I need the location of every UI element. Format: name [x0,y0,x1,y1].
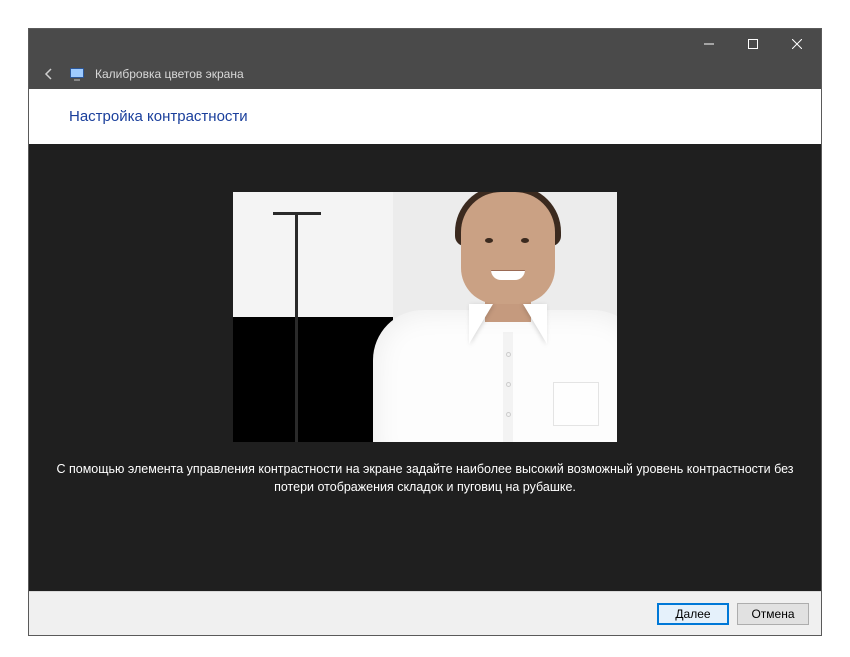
instruction-text: С помощью элемента управления контрастно… [45,460,805,496]
maximize-button[interactable] [731,30,775,58]
heading-band: Настройка контрастности [29,89,821,144]
next-button[interactable]: Далее [657,603,729,625]
page-heading: Настройка контрастности [69,108,248,125]
minimize-button[interactable] [687,30,731,58]
contrast-sample-image [233,192,617,442]
back-button[interactable] [39,64,59,84]
footer-bar: Далее Отмена [29,591,821,635]
cancel-button[interactable]: Отмена [737,603,809,625]
window-titlebar [29,29,821,59]
content-area: С помощью элемента управления контрастно… [29,144,821,591]
calibration-window: Калибровка цветов экрана Настройка контр… [28,28,822,636]
window-subheader: Калибровка цветов экрана [29,59,821,89]
close-button[interactable] [775,30,819,58]
app-icon [69,66,85,82]
window-title: Калибровка цветов экрана [95,67,244,81]
